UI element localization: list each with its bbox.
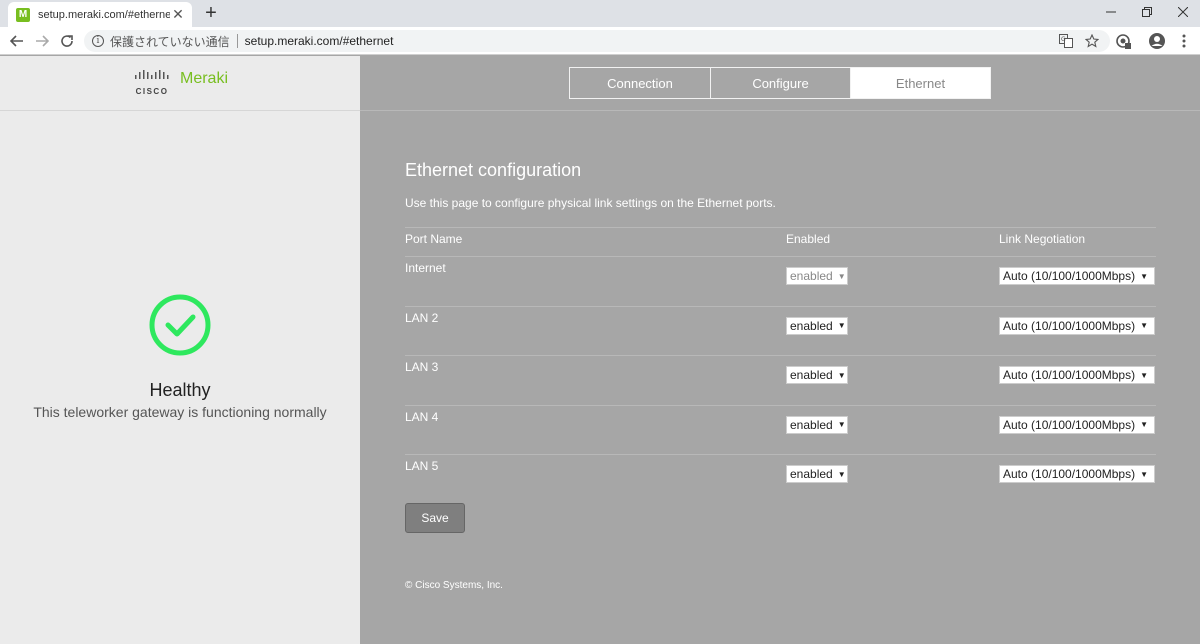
link-negotiation-select[interactable]: Auto (10/100/1000Mbps) ▼: [999, 267, 1155, 285]
enabled-select-value: enabled: [790, 318, 833, 333]
extension-icon[interactable]: [1113, 31, 1133, 51]
enabled-select-value: enabled: [790, 368, 833, 382]
back-arrow-icon[interactable]: [6, 30, 28, 52]
table-header: Port Name Enabled Link Negotiation: [405, 227, 1156, 256]
dropdown-arrow-icon: ▼: [1140, 271, 1149, 281]
cisco-wordmark: CISCO: [135, 87, 169, 96]
star-icon[interactable]: [1082, 31, 1102, 51]
page-description: Use this page to configure physical link…: [405, 196, 776, 210]
minimize-icon[interactable]: [1093, 0, 1129, 24]
browser-tab[interactable]: M setup.meraki.com/#ethernet ✕: [8, 2, 192, 27]
header-divider: [360, 110, 1200, 111]
forward-arrow-icon[interactable]: [31, 30, 53, 52]
port-name: LAN 2: [405, 310, 439, 325]
translate-icon[interactable]: G: [1056, 31, 1076, 51]
enabled-select-value: enabled: [790, 269, 833, 283]
menu-icon[interactable]: [1174, 31, 1194, 51]
column-header-enabled: Enabled: [786, 232, 831, 246]
cisco-logo: CISCO: [134, 67, 170, 96]
column-header-link-negotiation: Link Negotiation: [999, 232, 1086, 246]
table-row: LAN 3 enabled ▼ Auto (10/100/1000Mbps) ▼: [405, 355, 1156, 405]
enabled-select[interactable]: enabled ▼: [786, 465, 848, 483]
port-table: Port Name Enabled Link Negotiation Inter…: [405, 227, 1156, 504]
meraki-wordmark: Meraki: [180, 70, 229, 87]
url-text[interactable]: setup.meraki.com/#ethernet: [245, 34, 394, 48]
close-icon[interactable]: [1165, 0, 1200, 24]
tab-title: setup.meraki.com/#ethernet: [38, 8, 170, 21]
ethernet-intro: Ethernet configuration Use this page to …: [405, 160, 1155, 210]
security-status: 保護されていない通信: [110, 34, 230, 49]
dropdown-arrow-icon: ▼: [837, 321, 846, 330]
port-name: LAN 5: [405, 459, 439, 473]
page-tabs: Connection Configure Ethernet: [569, 67, 991, 99]
link-negotiation-select[interactable]: Auto (10/100/1000Mbps) ▼: [999, 415, 1155, 434]
dropdown-arrow-icon: ▼: [1140, 370, 1149, 380]
tab-close-icon[interactable]: ✕: [170, 6, 186, 23]
link-select-value: Auto (10/100/1000Mbps): [1003, 368, 1136, 382]
address-bar[interactable]: i 保護されていない通信 setup.meraki.com/#ethernet: [84, 30, 1110, 52]
dropdown-arrow-icon: ▼: [837, 271, 846, 281]
port-name: LAN 3: [405, 360, 439, 374]
table-row: LAN 2 enabled ▼ Auto (10/100/1000Mbps) ▼: [405, 305, 1156, 356]
enabled-select-value: enabled: [790, 467, 833, 481]
dropdown-arrow-icon: ▼: [1140, 420, 1149, 429]
enabled-select[interactable]: enabled ▼: [786, 415, 848, 434]
logo-bar: CISCO Meraki: [0, 56, 360, 111]
new-tab-button[interactable]: +: [200, 3, 222, 23]
tab-ethernet[interactable]: Ethernet: [850, 68, 990, 98]
port-name: LAN 4: [405, 409, 439, 424]
enabled-select-value: enabled: [790, 417, 833, 432]
copyright-footer: © Cisco Systems, Inc.: [405, 580, 503, 591]
table-row: Internet enabled ▼ Auto (10/100/1000Mbps)…: [405, 256, 1156, 306]
browser-toolbar: i 保護されていない通信 setup.meraki.com/#ethernet …: [0, 27, 1200, 55]
table-row: LAN 5 enabled ▼ Auto (10/100/1000Mbps) ▼: [405, 454, 1156, 504]
status-panel: CISCO Meraki Healthy This teleworker gat…: [0, 56, 360, 644]
enabled-select[interactable]: enabled ▼: [786, 316, 848, 335]
tab-connection[interactable]: Connection: [570, 68, 710, 98]
svg-text:G: G: [1061, 36, 1066, 43]
health-status-title: Healthy: [149, 380, 211, 400]
link-select-value: Auto (10/100/1000Mbps): [1003, 467, 1136, 481]
enabled-select[interactable]: enabled ▼: [786, 366, 848, 384]
link-negotiation-select[interactable]: Auto (10/100/1000Mbps) ▼: [999, 316, 1155, 335]
dropdown-arrow-icon: ▼: [837, 420, 846, 429]
dropdown-arrow-icon: ▼: [1140, 321, 1149, 330]
column-header-port-name: Port Name: [405, 232, 463, 246]
meraki-favicon-icon: M: [16, 7, 30, 22]
tab-configure[interactable]: Configure: [710, 68, 850, 98]
reload-icon[interactable]: [56, 30, 78, 52]
cisco-bars-icon: [135, 70, 169, 79]
account-icon[interactable]: [1147, 31, 1167, 51]
link-negotiation-select[interactable]: Auto (10/100/1000Mbps) ▼: [999, 366, 1155, 384]
table-row: LAN 4 enabled ▼ Auto (10/100/1000Mbps) ▼: [405, 404, 1156, 455]
browser-tabstrip: M setup.meraki.com/#ethernet ✕ +: [0, 0, 1200, 27]
link-select-value: Auto (10/100/1000Mbps): [1003, 269, 1136, 283]
main-panel: Connection Configure Ethernet Ethernet c…: [360, 56, 1200, 644]
enabled-select: enabled ▼: [786, 267, 848, 285]
health-status-subtitle: This teleworker gateway is functioning n…: [33, 404, 327, 420]
dropdown-arrow-icon: ▼: [837, 469, 846, 479]
link-select-value: Auto (10/100/1000Mbps): [1003, 318, 1136, 333]
port-name: Internet: [405, 261, 446, 275]
info-icon[interactable]: i: [92, 35, 104, 47]
address-separator: [236, 34, 238, 48]
dropdown-arrow-icon: ▼: [837, 370, 846, 380]
save-button[interactable]: Save: [405, 503, 465, 533]
page-title: Ethernet configuration: [405, 160, 582, 180]
dropdown-arrow-icon: ▼: [1140, 469, 1149, 479]
link-select-value: Auto (10/100/1000Mbps): [1003, 417, 1136, 432]
restore-icon[interactable]: [1129, 0, 1165, 24]
healthy-check-icon: [149, 294, 211, 356]
link-negotiation-select[interactable]: Auto (10/100/1000Mbps) ▼: [999, 465, 1155, 483]
